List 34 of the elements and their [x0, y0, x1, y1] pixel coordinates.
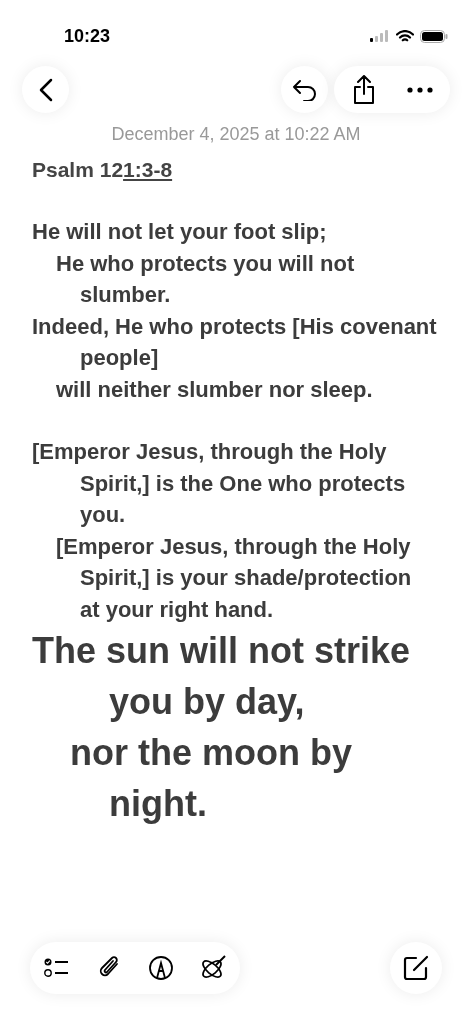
checklist-icon	[44, 957, 70, 979]
verse-line: slumber.	[79, 281, 172, 309]
verse-line: you.	[79, 501, 127, 529]
verse-line: nor the moon by	[69, 731, 353, 775]
verse-line: Spirit,] is the One who protects	[79, 469, 407, 498]
wifi-icon	[396, 29, 414, 43]
verse-line: [Emperor Jesus, through the Holy	[32, 438, 388, 466]
markup-button[interactable]	[146, 953, 176, 983]
undo-icon	[291, 78, 318, 101]
verse-line: [Emperor Jesus, through the Holy	[55, 532, 412, 561]
signal-icon	[370, 30, 390, 42]
verse-line: He who protects you will not	[55, 249, 356, 278]
verse-line: Indeed, He who protects [His covenant	[32, 312, 438, 341]
verse-line: night.	[108, 782, 208, 826]
compose-button[interactable]	[390, 942, 442, 994]
battery-icon	[420, 29, 448, 43]
share-icon	[352, 74, 376, 105]
verse-line: people]	[79, 344, 160, 372]
verse-line: He will not let your foot slip;	[32, 218, 328, 246]
note-date: December 4, 2025 at 10:22 AM	[110, 123, 362, 146]
verse-line: you by day,	[108, 680, 306, 724]
pen-tip-icon	[148, 955, 174, 981]
status-time: 10:23	[64, 24, 111, 48]
verse-line: at your right hand.	[79, 595, 275, 624]
chevron-left-icon	[38, 77, 53, 102]
more-icon	[407, 86, 433, 93]
verse-link[interactable]: 1:3-8	[123, 154, 173, 185]
undo-button[interactable]	[281, 66, 328, 113]
back-button[interactable]	[22, 66, 69, 113]
compose-icon	[402, 954, 430, 982]
verse-line: will neither slumber nor sleep.	[55, 375, 374, 404]
verse-line: Spirit,] is your shade/protection	[79, 564, 413, 592]
note-title: Psalm 12	[32, 157, 124, 183]
verse-line: The sun will not strike	[32, 629, 412, 673]
